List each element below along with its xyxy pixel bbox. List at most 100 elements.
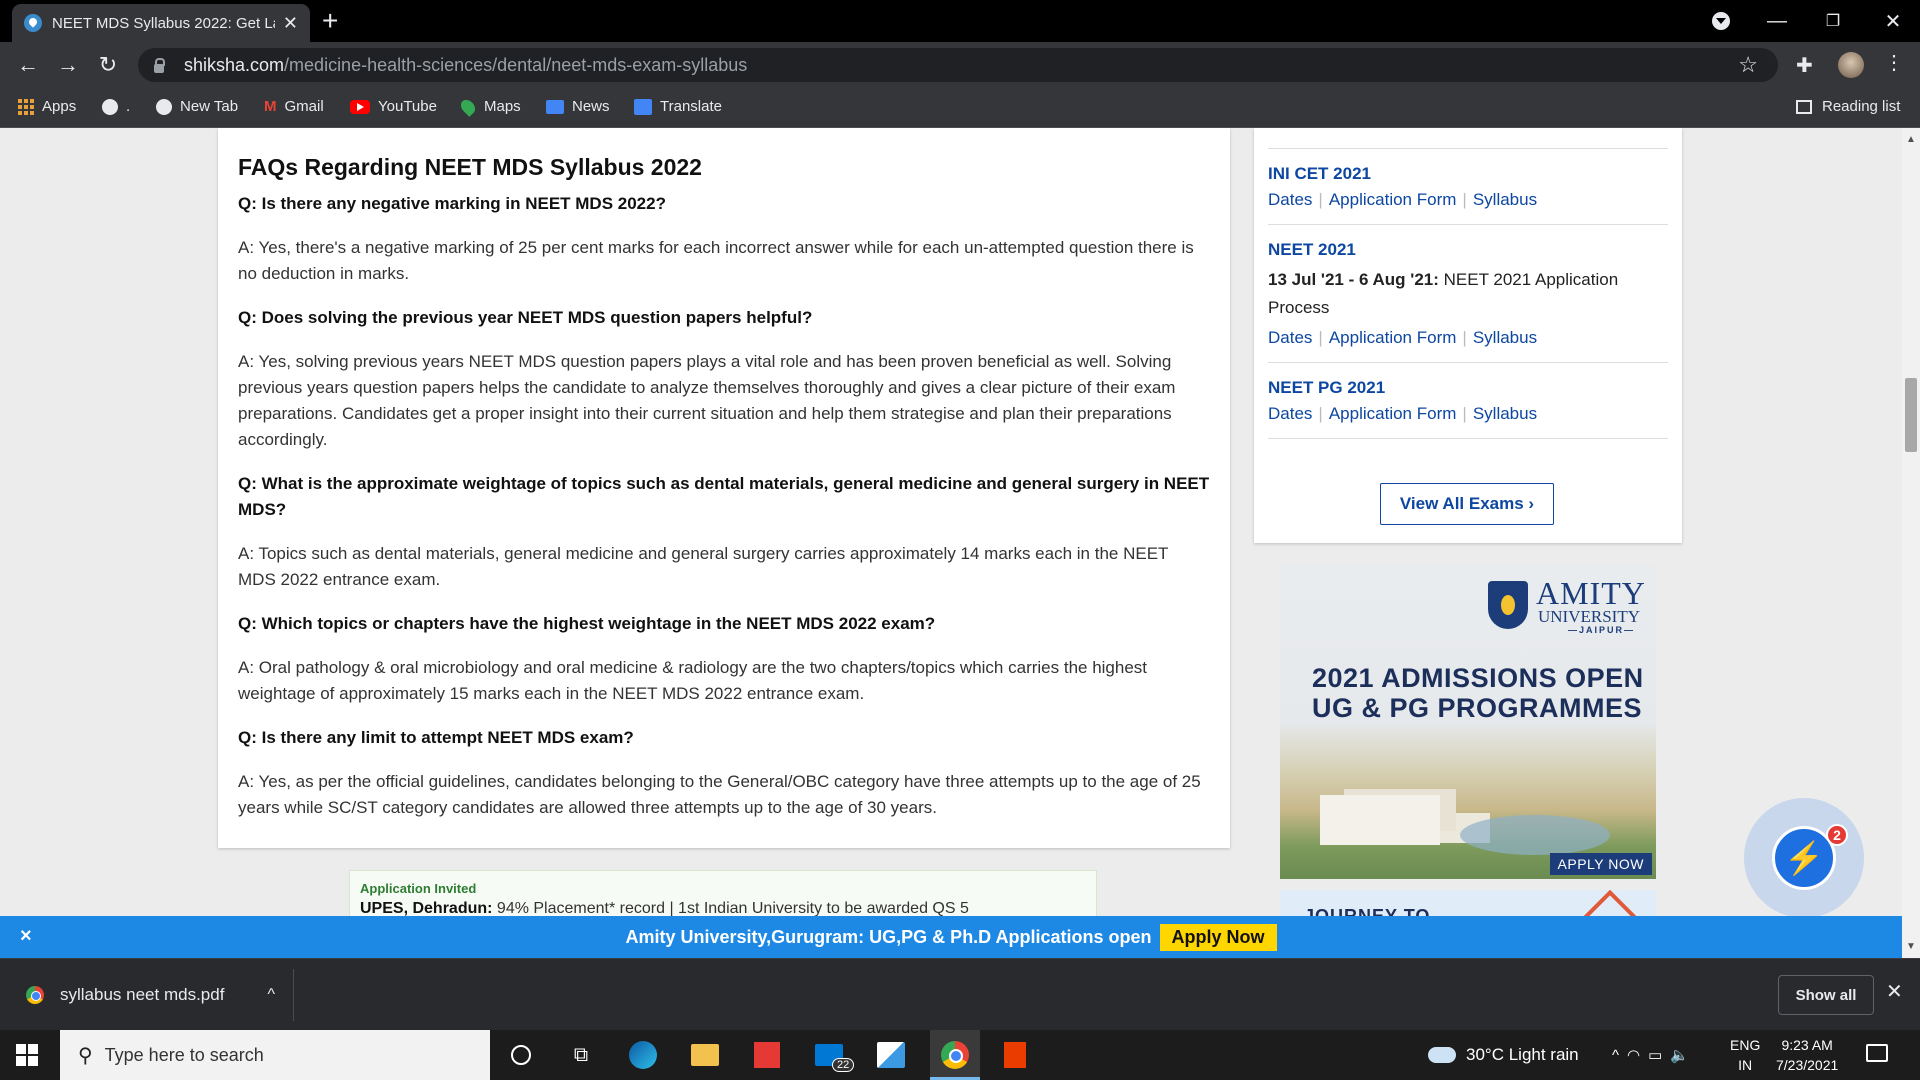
windows-taskbar: ⚲ Type here to search ⧉ 22 30°C Light ra… <box>0 1030 1920 1080</box>
cortana-circle-icon <box>511 1045 531 1065</box>
chrome-taskbar-button[interactable] <box>930 1030 980 1080</box>
reading-list-button[interactable]: Reading list <box>1796 98 1900 115</box>
bookmark-gmail[interactable]: M Gmail <box>264 98 324 115</box>
mail-button[interactable]: 22 <box>814 1040 855 1072</box>
chevron-up-icon[interactable]: ^ <box>1612 1047 1627 1064</box>
dates-link[interactable]: Dates <box>1268 190 1312 209</box>
exam-links: Dates | Application Form | Syllabus <box>1268 190 1538 209</box>
reading-list-icon <box>1796 99 1812 114</box>
download-item[interactable]: syllabus neet mds.pdf ^ <box>14 969 294 1021</box>
application-form-link[interactable]: Application Form <box>1329 404 1457 423</box>
bookmark-label: Gmail <box>284 98 324 115</box>
extensions-puzzle-icon[interactable]: ✚ <box>1796 53 1813 78</box>
exam-links: Dates | Application Form | Syllabus <box>1268 404 1538 423</box>
tab-search-button[interactable] <box>1700 0 1742 42</box>
bookmark-label: News <box>572 98 610 115</box>
view-all-exams-button[interactable]: View All Exams › <box>1380 483 1554 525</box>
amity-city-text: —JAIPUR— <box>1568 625 1636 635</box>
exam-links: Dates | Application Form | Syllabus <box>1268 328 1538 347</box>
system-clock[interactable]: 9:23 AM 7/23/2021 <box>1776 1030 1838 1080</box>
bookmark-new-tab[interactable]: New Tab <box>156 98 238 115</box>
battery-icon[interactable]: ▭ <box>1648 1046 1670 1064</box>
volume-icon[interactable]: 🔈 <box>1670 1046 1697 1064</box>
gift-app-button[interactable] <box>752 1040 782 1070</box>
wifi-icon[interactable]: ◠ <box>1627 1046 1648 1064</box>
exam-item-neet: NEET 2021 13 Jul '21 - 6 Aug '21: NEET 2… <box>1268 225 1668 363</box>
scroll-thumb[interactable] <box>1905 378 1917 452</box>
bookmark-label: Reading list <box>1822 98 1901 115</box>
bookmark-dot[interactable]: . <box>102 98 130 115</box>
forward-button[interactable]: → <box>52 49 84 81</box>
windows-start-icon[interactable] <box>16 1044 38 1066</box>
chrome-menu-icon[interactable]: ⋮ <box>1884 50 1904 75</box>
lock-icon[interactable] <box>154 57 165 73</box>
exam-date-range: 13 Jul '21 - 6 Aug '21: <box>1268 270 1439 289</box>
ad-apply-now-button[interactable]: APPLY NOW <box>1549 853 1652 875</box>
ad-college-name: UPES, Dehradun: <box>360 900 493 917</box>
bookmarks-bar: Apps . New Tab M Gmail YouTube Maps News… <box>0 88 1920 128</box>
globe-icon <box>156 98 172 115</box>
tab-title: NEET MDS Syllabus 2022: Get Lat <box>52 14 275 32</box>
page-scrollbar[interactable]: ▲ ▼ <box>1902 128 1920 958</box>
faq-answer: A: Yes, solving previous years NEET MDS … <box>238 352 1176 449</box>
faq-question: Q: What is the approximate weightage of … <box>238 474 1210 519</box>
cortana-button[interactable] <box>506 1040 536 1070</box>
paint-button[interactable] <box>876 1040 906 1070</box>
weather-widget[interactable]: 30°C Light rain <box>1428 1030 1579 1080</box>
syllabus-link[interactable]: Syllabus <box>1473 190 1537 209</box>
chevron-up-icon[interactable]: ^ <box>267 986 275 1004</box>
bookmark-apps[interactable]: Apps <box>18 98 76 115</box>
address-bar[interactable]: shiksha.com/medicine-health-sciences/den… <box>138 48 1778 82</box>
office-button[interactable] <box>1000 1040 1030 1070</box>
bookmark-star-icon[interactable]: ☆ <box>1738 52 1758 78</box>
bookmark-maps[interactable]: Maps <box>458 96 521 117</box>
task-view-icon[interactable]: ⧉ <box>566 1040 596 1070</box>
action-center-icon[interactable] <box>1866 1044 1888 1062</box>
window-close-button[interactable]: ✕ <box>1868 0 1918 42</box>
dates-link[interactable]: Dates <box>1268 404 1312 423</box>
promo-text[interactable]: Amity University,Gurugram: UG,PG & Ph.D … <box>625 927 1151 948</box>
chat-widget-button[interactable]: ⚡ 2 <box>1744 798 1864 918</box>
bookmark-youtube[interactable]: YouTube <box>350 98 437 115</box>
back-button[interactable]: ← <box>12 49 44 81</box>
bookmark-news[interactable]: News <box>546 98 610 115</box>
shiksha-favicon-icon <box>24 14 42 32</box>
syllabus-link[interactable]: Syllabus <box>1473 404 1537 423</box>
tab-strip: NEET MDS Syllabus 2022: Get Lat ✕ + — ❐ … <box>0 0 1920 42</box>
bookmark-translate[interactable]: Translate <box>634 98 722 115</box>
faq-question: Q: Does solving the previous year NEET M… <box>238 308 813 327</box>
tab-close-icon[interactable]: ✕ <box>283 13 298 34</box>
reload-button[interactable]: ↻ <box>92 49 124 81</box>
promo-apply-now-button[interactable]: Apply Now <box>1159 923 1277 951</box>
exam-name-link[interactable]: NEET PG 2021 <box>1268 378 1668 398</box>
browser-toolbar: ← → ↻ shiksha.com/medicine-health-scienc… <box>0 42 1920 88</box>
application-form-link[interactable]: Application Form <box>1329 190 1457 209</box>
search-icon: ⚲ <box>78 1044 93 1067</box>
edge-icon <box>629 1041 657 1069</box>
promo-close-icon[interactable]: × <box>20 925 32 948</box>
new-tab-button[interactable]: + <box>322 6 338 36</box>
scroll-up-arrow-icon[interactable]: ▲ <box>1906 134 1916 145</box>
close-shelf-icon[interactable]: ✕ <box>1886 979 1903 1004</box>
taskbar-search-input[interactable]: ⚲ Type here to search <box>60 1030 490 1080</box>
faq-list: Q: Is there any negative marking in NEET… <box>238 191 1210 821</box>
dates-link[interactable]: Dates <box>1268 328 1312 347</box>
faq-question: Q: Is there any limit to attempt NEET MD… <box>238 728 634 747</box>
cloud-rain-icon <box>1428 1047 1456 1063</box>
show-all-downloads-button[interactable]: Show all <box>1778 975 1874 1015</box>
youtube-icon <box>350 99 370 114</box>
system-tray-icons[interactable]: ^ ◠ ▭ 🔈 <box>1612 1030 1697 1080</box>
amity-ad-banner[interactable]: AMITY UNIVERSITY —JAIPUR— 2021 ADMISSION… <box>1280 565 1656 879</box>
browser-tab[interactable]: NEET MDS Syllabus 2022: Get Lat ✕ <box>12 4 310 42</box>
restore-button[interactable]: ❐ <box>1812 0 1854 42</box>
exam-name-link[interactable]: INI CET 2021 <box>1268 164 1668 184</box>
file-explorer-button[interactable] <box>690 1040 720 1070</box>
minimize-button[interactable]: — <box>1756 0 1798 42</box>
language-indicator[interactable]: ENG IN <box>1730 1030 1760 1080</box>
exam-name-link[interactable]: NEET 2021 <box>1268 240 1668 260</box>
edge-button[interactable] <box>628 1040 658 1070</box>
application-form-link[interactable]: Application Form <box>1329 328 1457 347</box>
syllabus-link[interactable]: Syllabus <box>1473 328 1537 347</box>
profile-avatar[interactable] <box>1838 52 1864 78</box>
scroll-down-arrow-icon[interactable]: ▼ <box>1906 941 1916 952</box>
